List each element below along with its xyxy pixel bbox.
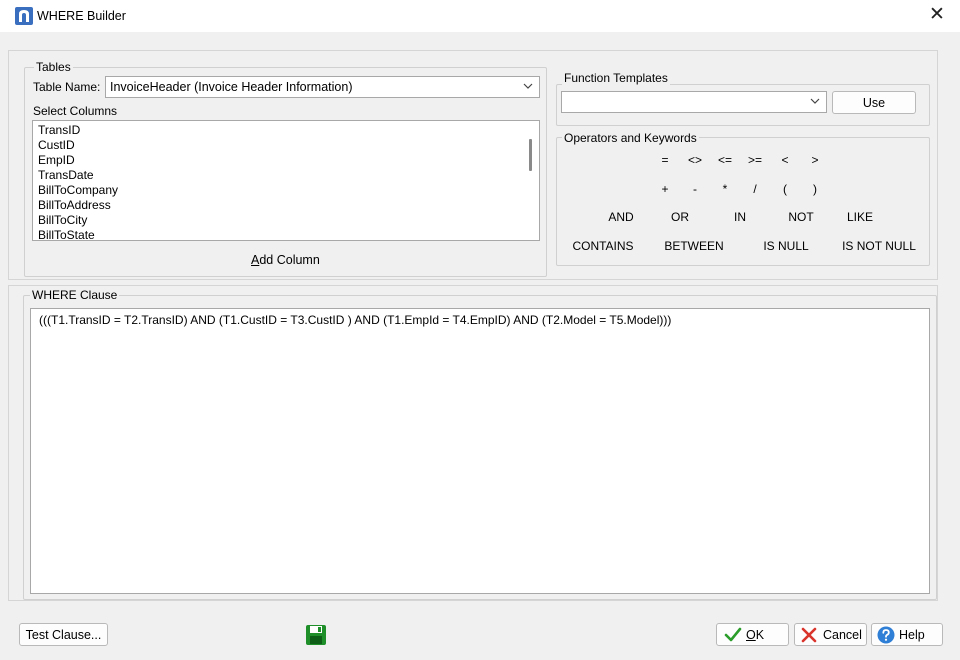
operator-greater-equal[interactable]: >= xyxy=(748,153,762,167)
operator-less-than[interactable]: < xyxy=(781,153,788,167)
keyword-between[interactable]: BETWEEN xyxy=(664,239,723,253)
keyword-or[interactable]: OR xyxy=(671,210,689,224)
scrollbar-thumb[interactable] xyxy=(529,139,532,171)
operator-plus[interactable]: + xyxy=(661,182,668,196)
operator-close-paren[interactable]: ) xyxy=(813,182,817,196)
window-title: WHERE Builder xyxy=(37,9,126,23)
keyword-like[interactable]: LIKE xyxy=(847,210,873,224)
operators-label: Operators and Keywords xyxy=(562,131,699,145)
chevron-down-icon xyxy=(810,98,820,104)
where-clause-text: (((T1.TransID = T2.TransID) AND (T1.Cust… xyxy=(39,313,672,327)
select-columns-label: Select Columns xyxy=(33,104,118,118)
table-name-label: Table Name: xyxy=(33,80,101,94)
operator-greater-than[interactable]: > xyxy=(811,153,818,167)
operator-divide[interactable]: / xyxy=(753,182,756,196)
where-clause-label: WHERE Clause xyxy=(30,288,120,302)
keyword-in[interactable]: IN xyxy=(734,210,746,224)
operator-not-equal[interactable]: <> xyxy=(688,153,702,167)
list-item[interactable]: EmpID xyxy=(38,153,75,168)
help-question-icon xyxy=(877,626,895,643)
function-templates-label: Function Templates xyxy=(562,71,670,85)
list-item[interactable]: CustID xyxy=(38,138,75,153)
cancel-x-icon xyxy=(801,627,817,642)
list-item[interactable]: BillToCompany xyxy=(38,183,118,198)
keyword-contains[interactable]: CONTAINS xyxy=(572,239,633,253)
operator-less-equal[interactable]: <= xyxy=(718,153,732,167)
keyword-not[interactable]: NOT xyxy=(788,210,813,224)
list-item[interactable]: BillToAddress xyxy=(38,198,111,213)
app-icon xyxy=(15,7,33,25)
list-item[interactable]: TransDate xyxy=(38,168,94,183)
operator-minus[interactable]: - xyxy=(693,182,697,196)
table-name-value: InvoiceHeader (Invoice Header Informatio… xyxy=(110,80,353,94)
chevron-down-icon xyxy=(523,83,533,89)
keyword-is-null[interactable]: IS NULL xyxy=(763,239,808,253)
help-button[interactable]: Help xyxy=(871,623,943,646)
list-item[interactable]: BillToCity xyxy=(38,213,87,228)
columns-list[interactable]: TransID CustID EmpID TransDate BillToCom… xyxy=(32,120,540,241)
add-column-button[interactable]: Add Column xyxy=(251,253,320,267)
cancel-button[interactable]: Cancel xyxy=(794,623,867,646)
list-item[interactable]: TransID xyxy=(38,123,80,138)
use-button[interactable]: Use xyxy=(832,91,916,114)
operator-multiply[interactable]: * xyxy=(723,182,728,196)
keyword-and[interactable]: AND xyxy=(608,210,633,224)
where-clause-editor[interactable]: (((T1.TransID = T2.TransID) AND (T1.Cust… xyxy=(30,308,930,594)
ok-button[interactable]: OK xyxy=(716,623,789,646)
operator-open-paren[interactable]: ( xyxy=(783,182,787,196)
list-item[interactable]: BillToState xyxy=(38,228,95,240)
function-templates-dropdown[interactable] xyxy=(561,91,827,113)
table-name-dropdown[interactable]: InvoiceHeader (Invoice Header Informatio… xyxy=(105,76,540,98)
tables-group-label: Tables xyxy=(34,60,73,74)
keyword-is-not-null[interactable]: IS NOT NULL xyxy=(842,239,916,253)
test-clause-button[interactable]: Test Clause... xyxy=(19,623,108,646)
checkmark-icon xyxy=(724,627,742,641)
save-disk-icon[interactable] xyxy=(305,624,327,646)
title-bar xyxy=(0,0,960,32)
close-button[interactable]: ✕ xyxy=(924,4,950,26)
operator-equals[interactable]: = xyxy=(661,153,668,167)
